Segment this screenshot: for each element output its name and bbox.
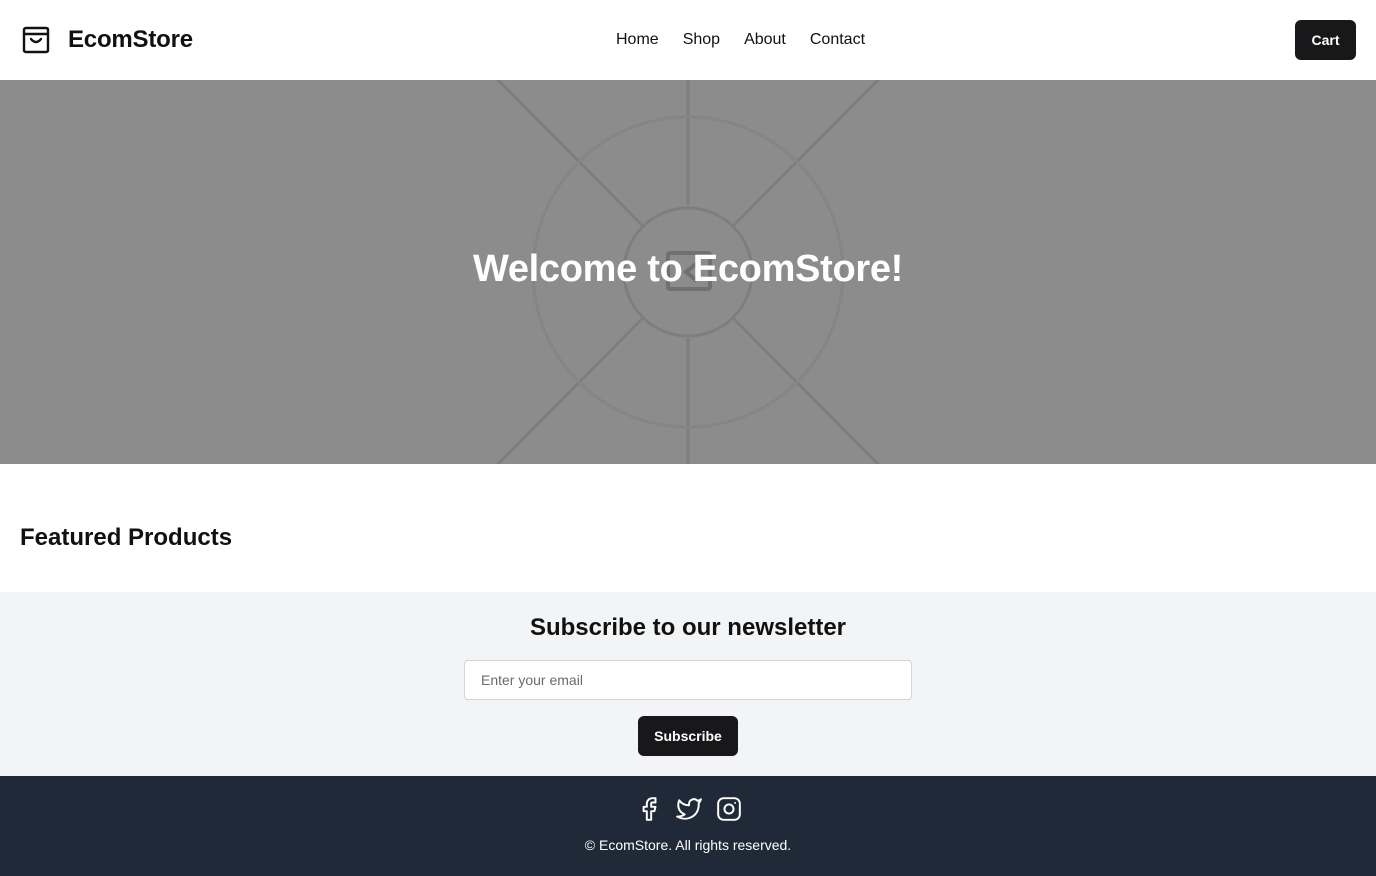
site-footer: © EcomStore. All rights reserved. (0, 776, 1376, 876)
nav-shop[interactable]: Shop (671, 26, 732, 54)
nav-contact[interactable]: Contact (798, 26, 877, 54)
subscribe-button[interactable]: Subscribe (638, 716, 738, 756)
brand-name: EcomStore (68, 26, 193, 53)
newsletter-section: Subscribe to our newsletter Subscribe (0, 592, 1376, 776)
hero-title: Welcome to EcomStore! (472, 248, 904, 290)
featured-products-heading: Featured Products (20, 524, 233, 551)
copyright-text: © EcomStore. All rights reserved. (584, 837, 792, 853)
newsletter-heading: Subscribe to our newsletter (529, 614, 847, 641)
hero-banner: Welcome to EcomStore! (0, 80, 1376, 464)
nav-home[interactable]: Home (604, 26, 671, 54)
nav-about[interactable]: About (732, 26, 798, 54)
cart-button[interactable]: Cart (1295, 20, 1356, 60)
brand[interactable]: EcomStore (20, 20, 193, 60)
site-header: EcomStore Home Shop About Contact Cart (0, 0, 1376, 80)
instagram-icon[interactable] (716, 796, 742, 822)
shopping-bag-icon (22, 26, 50, 54)
main-nav: Home Shop About Contact (604, 26, 877, 54)
twitter-icon[interactable] (676, 796, 702, 822)
facebook-icon[interactable] (636, 796, 662, 822)
email-field[interactable] (464, 660, 912, 700)
social-links (636, 796, 742, 822)
